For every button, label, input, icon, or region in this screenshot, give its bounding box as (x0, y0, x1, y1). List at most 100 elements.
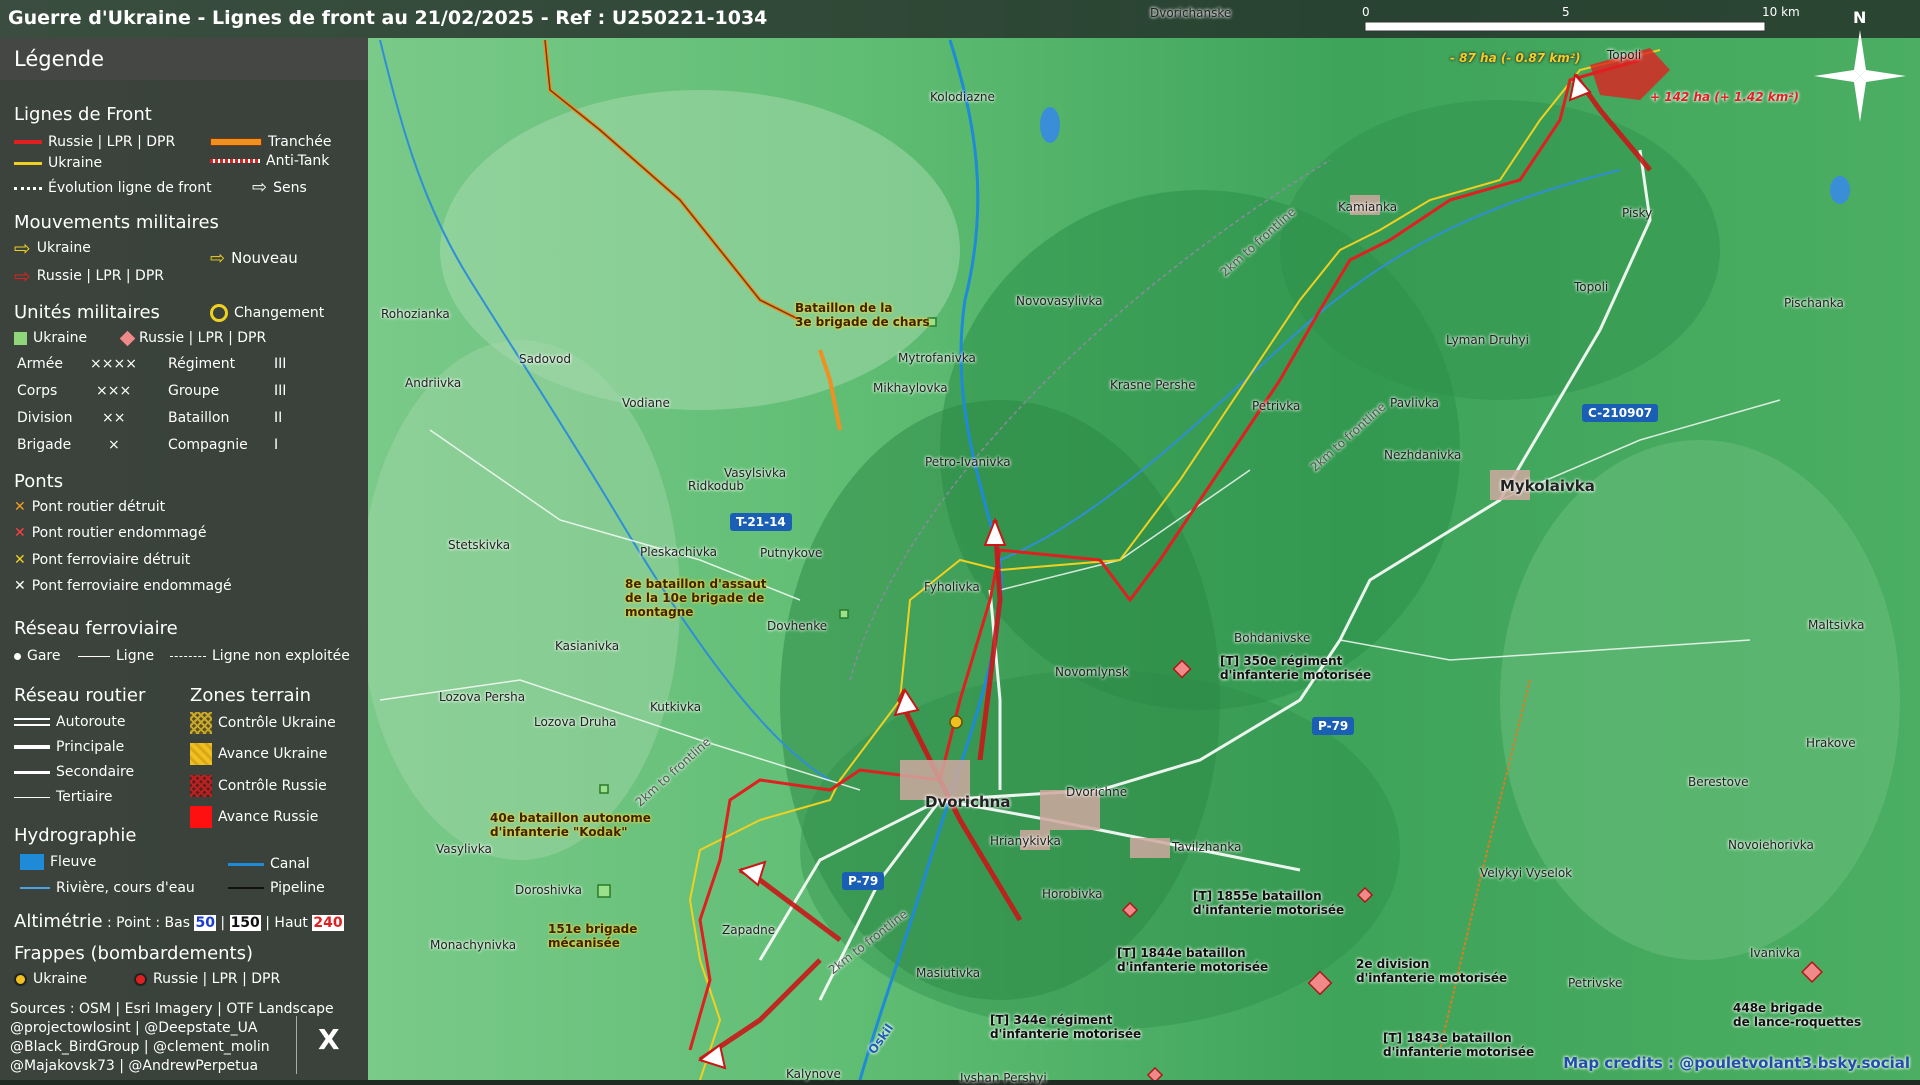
place-label: Sadovod (519, 352, 571, 366)
unit-size-row: Division (17, 410, 73, 426)
road-shield: T-21-14 (730, 513, 792, 531)
unit-size-row: Groupe (168, 383, 220, 399)
ring-icon (210, 304, 228, 322)
place-label: Kutkivka (650, 700, 702, 714)
place-label: Vasylivka (436, 842, 492, 856)
place-label: Fyholivka (924, 580, 980, 594)
scale-label-10: 10 km (1762, 5, 1800, 19)
legend-front-ukraine: Ukraine (14, 155, 102, 171)
place-label: Kamianka (1338, 200, 1398, 214)
unit-size-row: Armée (17, 356, 63, 372)
highway-swatch (14, 718, 50, 726)
place-label: Tavilzhanka (1172, 840, 1242, 854)
unit-size-symbol: ×××× (90, 356, 137, 372)
cross-icon: ✕ (14, 552, 26, 568)
antitank-swatch (210, 159, 260, 163)
legend-zone-item: Avance Russie (190, 806, 318, 828)
legend-sources-line[interactable]: @Majakovsk73 | @AndrewPerpetua (10, 1058, 258, 1074)
place-label: Ridkodub (688, 479, 744, 493)
russia-unit-label: 448e brigade de lance-roquettes (1733, 1001, 1862, 1029)
ua-control-swatch (190, 712, 212, 734)
legend-road-item: Tertiaire (14, 789, 112, 805)
legend-zones-title: Zones terrain (190, 685, 311, 706)
title-bar: Guerre d'Ukraine - Lignes de front au 21… (0, 0, 1920, 38)
legend-road-item: Secondaire (14, 764, 134, 780)
legend-bridge-item: ✕ Pont routier endommagé (14, 525, 207, 541)
place-label: Petrivka (1252, 399, 1301, 413)
place-label: Pavlivka (1390, 396, 1440, 410)
new-arrows-icon: ⇨ (210, 248, 226, 269)
scale-label-0: 0 (1362, 5, 1370, 19)
trench-swatch (210, 138, 262, 146)
place-label: Krasne Pershe (1110, 378, 1196, 392)
place-label: Andriivka (405, 376, 462, 390)
compass-icon (1814, 30, 1906, 122)
legend-rail-station: Gare (14, 648, 61, 664)
place-label: Monachynivka (430, 938, 517, 952)
place-label: Lyman Druhyi (1446, 333, 1529, 347)
road-swatch (14, 796, 50, 798)
place-label: Pischanka (1784, 296, 1844, 310)
unit-size-row: Compagnie (168, 437, 248, 453)
legend-hydro-item: Rivière, cours d'eau (20, 880, 195, 896)
place-label: Berestove (1688, 775, 1749, 789)
ukraine-unit-label: 8e bataillon d'assaut de la 10e brigade … (625, 577, 767, 619)
map-credits[interactable]: Map credits : @pouletvolant3.bsky.social (1563, 1054, 1910, 1072)
legend-zone-item: Avance Ukraine (190, 743, 327, 765)
legend-rail-unused: Ligne non exploitée (170, 648, 350, 664)
place-label: Novovasylivka (1016, 294, 1103, 308)
legend-bridge-item: ✕ Pont routier détruit (14, 499, 166, 515)
legend-roads-title: Réseau routier (14, 685, 146, 706)
legend-panel: Légende Lignes de Front Russie | LPR | D… (0, 38, 368, 1080)
red-arrow-icon: ⇨ (14, 264, 31, 288)
ru-advance-swatch (190, 806, 212, 828)
divider (296, 1016, 297, 1074)
x-logo-icon[interactable]: X (318, 1023, 340, 1056)
unit-size-symbol: I (274, 437, 279, 453)
russia-unit-label: [T] 350e régiment d'infanterie motorisée (1220, 654, 1372, 682)
legend-front-sens: ⇨ Sens (252, 177, 307, 198)
yellow-line-swatch (14, 161, 42, 165)
russia-unit-label: [T] 344e régiment d'infanterie motorisée (990, 1013, 1142, 1041)
unit-size-symbol: ××× (96, 383, 132, 399)
legend-moves-title: Mouvements militaires (14, 212, 219, 233)
canal-swatch (228, 862, 264, 866)
legend-units-title: Unités militaires (14, 302, 160, 323)
legend-front-evolution: Évolution ligne de front (14, 180, 212, 196)
arrow-right-icon: ⇨ (252, 177, 268, 198)
place-label: Dvorichne (1066, 785, 1128, 799)
russia-unit-label: 2e division d'infanterie motorisée (1356, 957, 1508, 985)
legend-sources-line: Sources : OSM | Esri Imagery | OTF Lands… (10, 1001, 334, 1017)
place-label: Putnykove (760, 546, 823, 560)
place-label: Lozova Druha (534, 715, 617, 729)
place-label: Petrivske (1568, 976, 1623, 990)
yellow-arrow-icon: ⇨ (14, 236, 31, 260)
legend-rail-title: Réseau ferroviaire (14, 618, 178, 639)
ru-control-swatch (190, 775, 212, 797)
line-swatch (78, 655, 110, 657)
legend-header: Légende (0, 38, 368, 80)
road-shield: C-210907 (1582, 404, 1659, 422)
legend-units-russia: Russie | LPR | DPR (119, 330, 266, 346)
legend-hydro-item: Canal (228, 856, 310, 872)
cross-icon: ✕ (14, 525, 26, 541)
legend-units-ukraine: Ukraine (14, 330, 87, 346)
legend-zone-item: Contrôle Russie (190, 775, 327, 797)
green-square-icon (14, 331, 27, 345)
red-dot-icon (134, 972, 147, 986)
place-label: Maltsivka (1808, 618, 1865, 632)
place-label: Doroshivka (515, 883, 582, 897)
legend-bridge-item: ✕ Pont ferroviaire détruit (14, 552, 191, 568)
legend-sources-line[interactable]: @Black_BirdGroup | @clement_molin (10, 1039, 270, 1055)
legend-front-trench: Tranchée (210, 134, 332, 150)
legend-strike-ukraine: Ukraine (14, 971, 87, 987)
legend-sources-line[interactable]: @projectowlosint | @Deepstate_UA (10, 1020, 257, 1036)
north-label: N (1853, 8, 1867, 27)
place-label: Pisky (1622, 206, 1653, 220)
legend-altimetry: Altimétrie : Point : Bas 50 | 150 | Haut… (14, 911, 344, 932)
russia-area-change: + 142 ha (+ 1.42 km²) (1650, 90, 1800, 104)
dotted-line-swatch (14, 186, 42, 190)
place-label: Masiutivka (916, 966, 981, 980)
place-label: Horobivka (1042, 887, 1103, 901)
legend-front-title: Lignes de Front (14, 104, 152, 125)
